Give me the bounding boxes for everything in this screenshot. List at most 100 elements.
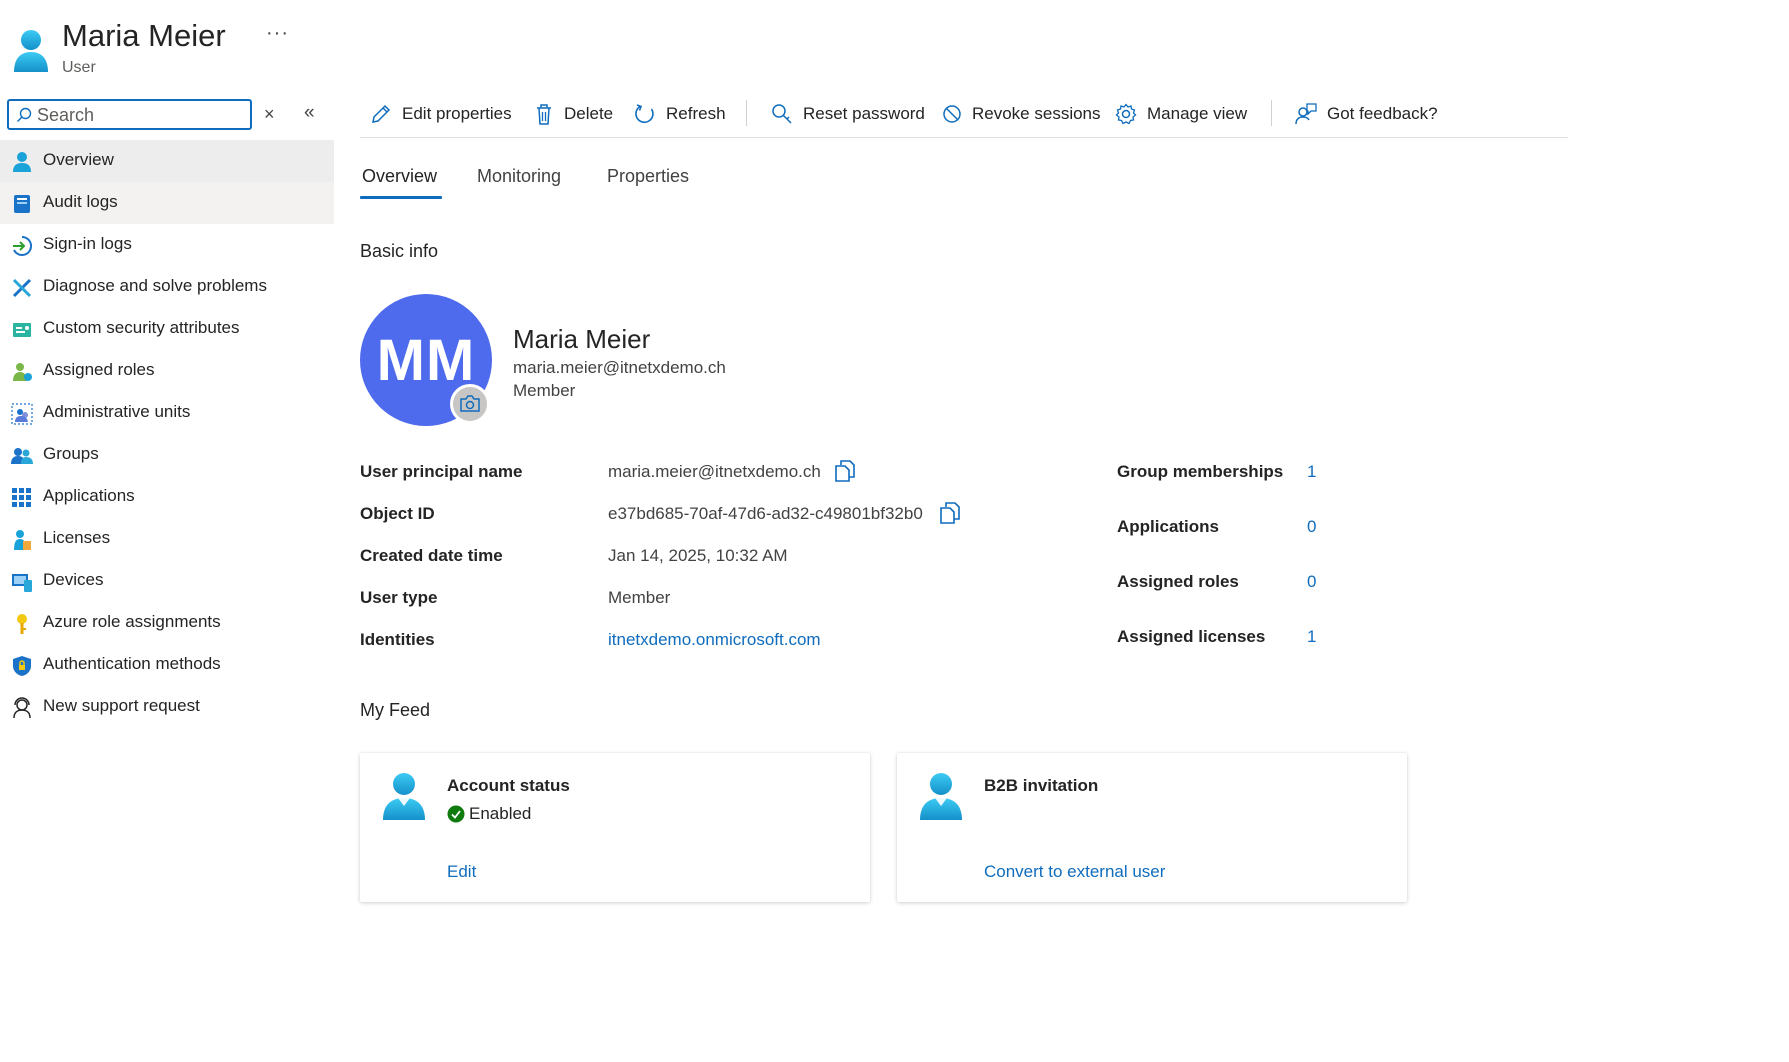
sign-in-icon [13,235,33,256]
applications-count[interactable]: 0 [1307,517,1316,537]
assigned-roles-count[interactable]: 0 [1307,572,1316,592]
sidebar-item-devices[interactable]: Devices [0,560,334,602]
avatar-initials: MM [376,327,476,393]
sidebar-item-diagnose[interactable]: Diagnose and solve problems [0,266,334,308]
change-photo-button[interactable] [450,384,490,424]
support-icon [13,697,31,719]
assigned-licenses-count[interactable]: 1 [1307,627,1316,647]
search-box[interactable] [7,99,252,130]
assigned-roles-label: Assigned roles [1117,572,1239,591]
delete-label: Delete [564,104,614,123]
tab-monitoring[interactable]: Monitoring [477,166,561,187]
gear-icon [1115,103,1137,125]
refresh-icon [635,104,654,124]
refresh-button[interactable]: Refresh [634,99,726,129]
sidebar-item-authentication-methods[interactable]: Authentication methods [0,644,334,686]
collapse-sidebar-button[interactable]: « [304,102,315,124]
b2b-invitation-title: B2B invitation [984,776,1099,795]
pencil-icon [372,104,391,123]
apps-grid-icon [12,488,31,507]
object-id-label: Object ID [360,504,435,523]
profile-name: Maria Meier [513,324,651,354]
basic-info-heading: Basic info [360,241,439,261]
my-feed-heading: My Feed [360,700,431,720]
group-memberships-count[interactable]: 1 [1307,462,1316,482]
assigned-licenses-label: Assigned licenses [1117,627,1266,646]
roles-icon [13,363,32,381]
clear-search-button[interactable]: × [264,104,275,125]
user-icon [383,773,425,820]
sidebar-item-label: Authentication methods [43,654,221,673]
user-type-label: User type [360,588,438,607]
sidebar-item-overview[interactable]: Overview [0,140,334,182]
toolbar-divider [746,100,747,126]
manage-view-button[interactable]: Manage view [1115,99,1247,129]
trash-icon [537,104,551,125]
page-title: Maria Meier [62,18,226,53]
delete-button[interactable]: Delete [534,99,613,129]
convert-to-external-user-link[interactable]: Convert to external user [984,862,1165,882]
sidebar-item-audit-logs[interactable]: Audit logs [0,182,334,224]
page-subtitle: User [62,59,96,76]
reset-password-button[interactable]: Reset password [771,99,925,129]
camera-icon [460,395,480,412]
sidebar-item-label: Audit logs [43,192,118,211]
sidebar-item-label: Azure role assignments [43,612,221,631]
toolbar-divider [1271,100,1272,126]
revoke-sessions-button[interactable]: Revoke sessions [942,99,1101,129]
more-options-button[interactable]: ··· [266,22,289,45]
wrench-icon [12,278,32,298]
sidebar-item-sign-in-logs[interactable]: Sign-in logs [0,224,334,266]
sidebar-item-label: Groups [43,444,99,463]
account-status-card: Account status Enabled Edit [360,753,870,902]
sidebar-item-azure-role-assignments[interactable]: Azure role assignments [0,602,334,644]
tab-overview[interactable]: Overview [362,166,437,187]
created-date-label: Created date time [360,546,503,565]
identities-link[interactable]: itnetxdemo.onmicrosoft.com [608,630,821,650]
profile-user-type: Member [513,381,576,400]
devices-icon [12,574,32,592]
edit-properties-label: Edit properties [402,104,512,123]
identities-label: Identities [360,630,435,649]
sidebar-item-label: Licenses [43,528,111,547]
key-search-icon [772,104,792,124]
reset-password-label: Reset password [803,104,925,123]
sidebar-item-groups[interactable]: Groups [0,434,334,476]
shield-icon [13,656,31,676]
account-status-indicator: Enabled [447,804,531,824]
groups-icon [11,448,33,464]
refresh-label: Refresh [666,104,726,123]
edit-account-status-link[interactable]: Edit [447,862,476,882]
manage-view-label: Manage view [1147,104,1248,123]
got-feedback-button[interactable]: Got feedback? [1295,99,1438,129]
sidebar-item-custom-security[interactable]: Custom security attributes [0,308,334,350]
sidebar-item-new-support-request[interactable]: New support request [0,686,334,728]
sidebar-item-licenses[interactable]: Licenses [0,518,334,560]
applications-label: Applications [1117,517,1220,536]
copy-upn-icon[interactable] [835,460,855,482]
object-id-value: e37bd685-70af-47d6-ad32-c49801bf32b0 [608,504,923,523]
sidebar-item-label: Sign-in logs [43,234,132,253]
got-feedback-label: Got feedback? [1327,104,1438,123]
search-icon [17,107,32,122]
sidebar-item-label: Assigned roles [43,360,155,379]
audit-log-icon [14,195,30,213]
sidebar-item-label: New support request [43,696,200,715]
sidebar-item-assigned-roles[interactable]: Assigned roles [0,350,334,392]
tab-properties[interactable]: Properties [607,166,689,187]
upn-value: maria.meier@itnetxdemo.ch [608,462,821,481]
check-circle-icon [447,805,465,823]
sidebar-item-label: Applications [43,486,135,505]
profile-email: maria.meier@itnetxdemo.ch [513,358,726,377]
sidebar-item-applications[interactable]: Applications [0,476,334,518]
edit-properties-button[interactable]: Edit properties [370,99,512,129]
search-input[interactable] [37,104,242,126]
block-icon [943,105,961,123]
sidebar-item-administrative-units[interactable]: Administrative units [0,392,334,434]
sidebar-item-label: Devices [43,570,104,589]
b2b-invitation-card: B2B invitation Convert to external user [897,753,1407,902]
sidebar-item-label: Custom security attributes [43,318,240,337]
copy-object-id-icon[interactable] [940,502,960,524]
account-status-title: Account status [447,776,570,795]
toolbar-divider-line [360,137,1568,138]
